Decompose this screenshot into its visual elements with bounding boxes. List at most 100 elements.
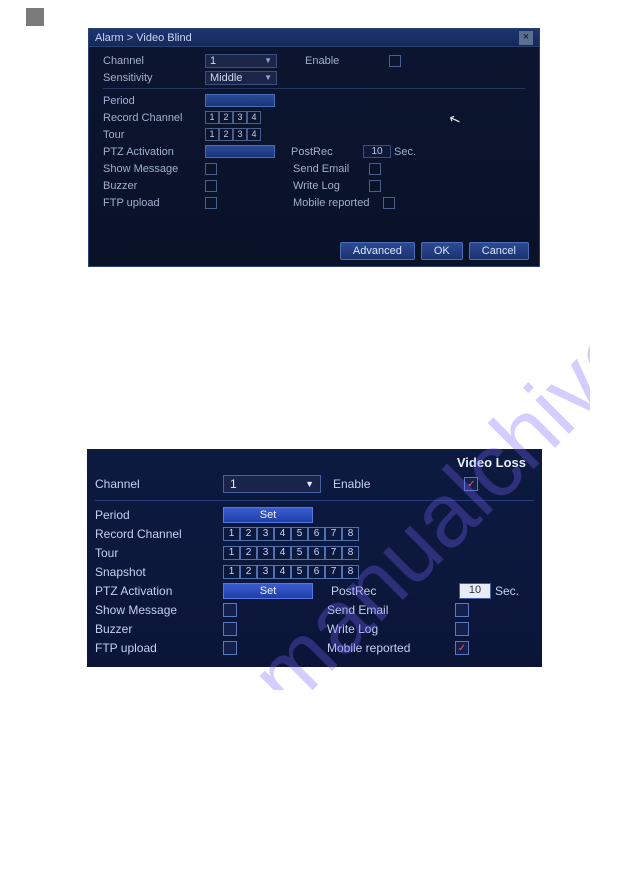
send-email-label: Send Email [327,603,435,617]
rc-btn[interactable]: 3 [257,527,274,541]
write-log-checkbox[interactable] [369,180,381,192]
snap-btn[interactable]: 6 [308,565,325,579]
ftp-checkbox[interactable] [223,641,237,655]
snap-btn[interactable]: 8 [342,565,359,579]
sensitivity-select[interactable]: Middle ▼ [205,71,277,85]
ok-button[interactable]: OK [421,242,463,260]
postrec-input[interactable]: 10 [459,583,491,599]
postrec-input[interactable]: 10 [363,145,391,158]
rc-btn[interactable]: 5 [291,527,308,541]
enable-checkbox[interactable]: ✓ [464,477,478,491]
tour-buttons: 1 2 3 4 5 6 7 8 [223,546,359,560]
period-set-button[interactable]: Set [223,507,313,523]
postrec-label: PostRec [331,584,391,598]
rc-btn[interactable]: 1 [223,527,240,541]
mobile-label: Mobile reported [293,197,383,209]
tour-btn[interactable]: 4 [274,546,291,560]
enable-checkbox[interactable] [389,55,401,67]
tour-btn[interactable]: 1 [223,546,240,560]
tour-btn[interactable]: 5 [291,546,308,560]
chevron-down-icon: ▼ [264,73,272,82]
tour-btn-4[interactable]: 4 [247,128,261,141]
dialog-title: Alarm > Video Blind [95,32,192,44]
enable-label: Enable [333,477,370,491]
buzzer-checkbox[interactable] [223,622,237,636]
ftp-label: FTP upload [103,197,205,209]
rc-btn[interactable]: 8 [342,527,359,541]
rc-btn-2[interactable]: 2 [219,111,233,124]
rc-btn[interactable]: 4 [274,527,291,541]
titlebar: Alarm > Video Blind × [89,29,539,47]
ftp-checkbox[interactable] [205,197,217,209]
tour-btn[interactable]: 8 [342,546,359,560]
gray-square-decoration [26,8,44,26]
tour-btn-3[interactable]: 3 [233,128,247,141]
ptz-label: PTZ Activation [103,146,205,158]
cancel-button[interactable]: Cancel [469,242,529,260]
ptz-set-button[interactable] [205,145,275,158]
snap-btn[interactable]: 3 [257,565,274,579]
tour-btn[interactable]: 7 [325,546,342,560]
record-channel-buttons: 1 2 3 4 [205,111,261,124]
video-blind-dialog: Alarm > Video Blind × Channel 1 ▼ Enable… [88,28,540,267]
channel-select[interactable]: 1 ▼ [205,54,277,68]
snapshot-buttons: 1 2 3 4 5 6 7 8 [223,565,359,579]
period-set-button[interactable] [205,94,275,107]
tour-btn[interactable]: 6 [308,546,325,560]
close-icon[interactable]: × [519,31,533,45]
mobile-label: Mobile reported [327,641,435,655]
tour-btn-2[interactable]: 2 [219,128,233,141]
channel-label: Channel [95,477,223,491]
period-label: Period [103,95,205,107]
snapshot-label: Snapshot [95,565,223,579]
channel-select[interactable]: 1 ▼ [223,475,321,493]
tour-buttons: 1 2 3 4 [205,128,261,141]
record-channel-buttons: 1 2 3 4 5 6 7 8 [223,527,359,541]
postrec-label: PostRec [291,146,363,158]
period-label: Period [95,508,223,522]
mobile-checkbox[interactable] [383,197,395,209]
write-log-checkbox[interactable] [455,622,469,636]
buzzer-label: Buzzer [103,180,205,192]
tour-btn[interactable]: 3 [257,546,274,560]
snap-btn[interactable]: 1 [223,565,240,579]
show-message-label: Show Message [103,163,205,175]
buzzer-checkbox[interactable] [205,180,217,192]
snap-btn[interactable]: 2 [240,565,257,579]
write-log-label: Write Log [327,622,435,636]
advanced-button[interactable]: Advanced [340,242,415,260]
sensitivity-label: Sensitivity [103,72,205,84]
chevron-down-icon: ▼ [264,56,272,65]
chevron-down-icon: ▼ [305,479,314,489]
video-loss-panel: Video Loss Channel 1 ▼ Enable ✓ Period S… [87,449,542,667]
panel-title: Video Loss [95,455,534,470]
write-log-label: Write Log [293,180,369,192]
rc-btn-3[interactable]: 3 [233,111,247,124]
rc-btn-4[interactable]: 4 [247,111,261,124]
send-email-checkbox[interactable] [369,163,381,175]
send-email-checkbox[interactable] [455,603,469,617]
ptz-set-button[interactable]: Set [223,583,313,599]
tour-btn[interactable]: 2 [240,546,257,560]
send-email-label: Send Email [293,163,369,175]
snap-btn[interactable]: 4 [274,565,291,579]
sec-label: Sec. [394,146,416,158]
snap-btn[interactable]: 7 [325,565,342,579]
sec-label: Sec. [495,584,519,598]
show-message-checkbox[interactable] [223,603,237,617]
show-message-label: Show Message [95,603,223,617]
rc-btn-1[interactable]: 1 [205,111,219,124]
rc-btn[interactable]: 6 [308,527,325,541]
tour-label: Tour [103,129,205,141]
snap-btn[interactable]: 5 [291,565,308,579]
show-message-checkbox[interactable] [205,163,217,175]
rc-btn[interactable]: 2 [240,527,257,541]
mobile-checkbox[interactable]: ✓ [455,641,469,655]
ptz-label: PTZ Activation [95,584,223,598]
ftp-label: FTP upload [95,641,223,655]
rc-btn[interactable]: 7 [325,527,342,541]
record-channel-label: Record Channel [95,527,223,541]
buzzer-label: Buzzer [95,622,223,636]
channel-label: Channel [103,55,205,67]
tour-btn-1[interactable]: 1 [205,128,219,141]
